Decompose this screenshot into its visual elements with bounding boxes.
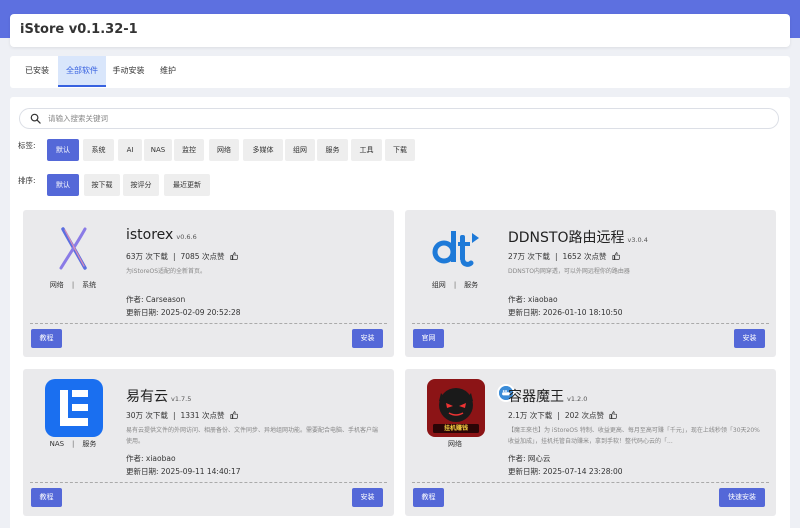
tag-chip-system[interactable]: 系统 <box>83 139 114 161</box>
tab-installed[interactable]: 已安装 <box>16 56 58 87</box>
app-description: 易有云提供文件的外网访问、相册备份、文件同步、异地组网功能。需要配合电脑、手机客… <box>126 427 379 445</box>
tag-chip-service[interactable]: 服务 <box>317 139 348 161</box>
app-description: 【魔王來也】为 iStoreOS 特制、收益更高、每月至高可赚「千元」，现在上线… <box>508 427 760 445</box>
tab-bar: 已安装 全部软件 手动安装 维护 <box>10 56 790 88</box>
app-version: v1.7.5 <box>171 395 192 403</box>
install-button[interactable]: 安装 <box>352 488 383 507</box>
search-box[interactable] <box>19 108 779 129</box>
app-name: istorex v0.6.6 <box>126 227 197 243</box>
category-tag: 网络 <box>49 281 64 289</box>
app-card-container-demon: 挂机赚钱 网络 容器魔王 v1.2.0 2.1万 次下载 | 202 次点赞 【魔王來… <box>405 369 776 516</box>
thumbs-up-icon[interactable] <box>230 411 238 419</box>
category-tag: 服务 <box>82 440 97 448</box>
card-divider <box>30 482 387 483</box>
istorex-x-icon <box>59 227 87 270</box>
tag-chip-multimedia[interactable]: 多媒体 <box>243 139 283 161</box>
app-header: iStore v0.1.32-1 <box>10 14 790 47</box>
search-input[interactable] <box>48 111 748 126</box>
thumbs-up-icon[interactable] <box>609 411 618 419</box>
app-categories: NAS | 服务 <box>49 440 97 448</box>
app-name: DDNSTO路由远程 v3.0.4 <box>508 230 648 246</box>
app-update-date: 更新日期: 2026-01-10 18:10:50 <box>508 308 623 317</box>
app-description: DDNSTO内网穿透，可以外网远程你的路由器 <box>508 268 630 275</box>
app-categories: 组网 | 服务 <box>431 281 479 289</box>
tag-chip-networking[interactable]: 组网 <box>285 139 315 161</box>
app-name: 容器魔王 v1.2.0 <box>508 389 588 405</box>
tutorial-button[interactable]: 教程 <box>31 329 62 348</box>
app-categories: 网络 | 系统 <box>49 281 97 289</box>
app-stats: 30万 次下载 | 1331 次点赞 <box>126 410 238 421</box>
logo-caption: 挂机赚钱 <box>443 425 468 432</box>
app-card-ddnsto: 组网 | 服务 DDNSTO路由远程 v3.0.4 27万 次下载 | 1652 次点赞 … <box>405 210 776 357</box>
tag-chip-ai[interactable]: AI <box>118 139 142 161</box>
card-divider <box>412 482 769 483</box>
card-divider <box>412 323 769 324</box>
category-tag: 系统 <box>82 281 97 289</box>
app-name: 易有云 v1.7.5 <box>126 389 192 405</box>
app-author: 作者: xiaobao <box>126 454 176 463</box>
tag-chip-nas[interactable]: NAS <box>144 139 172 161</box>
install-button[interactable]: 安装 <box>734 329 765 348</box>
sort-chip-downloads[interactable]: 按下载 <box>84 174 120 196</box>
ddnsto-dt-icon <box>432 231 479 267</box>
sort-chip-recent[interactable]: 最近更新 <box>164 174 210 196</box>
sort-chip-rating[interactable]: 按评分 <box>123 174 159 196</box>
sort-label: 排序: <box>18 176 36 185</box>
quick-install-button[interactable]: 快速安装 <box>719 488 765 507</box>
app-stats: 27万 次下载 | 1652 次点赞 <box>508 251 620 262</box>
linkease-e-icon <box>45 379 103 437</box>
tag-chip-default[interactable]: 默认 <box>47 139 79 161</box>
app-version: v0.6.6 <box>176 233 197 241</box>
tab-all-software[interactable]: 全部软件 <box>58 56 106 87</box>
thumbs-up-icon[interactable] <box>230 252 238 260</box>
app-version: v3.0.4 <box>627 236 648 244</box>
tags-label: 标签: <box>18 141 36 150</box>
tab-manual-install[interactable]: 手动安装 <box>107 56 150 87</box>
category-tag: 组网 <box>431 281 446 289</box>
app-stats: 2.1万 次下载 | 202 次点赞 <box>508 410 618 421</box>
search-icon <box>30 113 41 124</box>
tag-chip-tools[interactable]: 工具 <box>351 139 382 161</box>
thumbs-up-icon[interactable] <box>612 252 620 260</box>
category-tag: 网络 <box>448 440 462 448</box>
tag-chip-monitor[interactable]: 监控 <box>174 139 204 161</box>
app-card-linkease: NAS | 服务 易有云 v1.7.5 30万 次下载 | 1331 次点赞 易有云提供文… <box>23 369 394 516</box>
sort-chip-default[interactable]: 默认 <box>47 174 79 196</box>
tutorial-button[interactable]: 教程 <box>31 488 62 507</box>
tag-chip-network[interactable]: 网络 <box>209 139 239 161</box>
app-version: v1.2.0 <box>567 395 588 403</box>
app-description: 为iStoreOS适配的全新首页。 <box>126 268 207 275</box>
tab-maintenance[interactable]: 维护 <box>154 56 182 87</box>
app-update-date: 更新日期: 2025-09-11 14:40:17 <box>126 467 241 476</box>
tag-chip-download[interactable]: 下载 <box>385 139 415 161</box>
category-tag: 服务 <box>464 281 479 289</box>
app-title: iStore v0.1.32-1 <box>20 22 138 37</box>
tutorial-button[interactable]: 教程 <box>413 488 444 507</box>
app-author: 作者: Carseason <box>126 295 186 304</box>
website-button[interactable]: 官网 <box>413 329 444 348</box>
app-author: 作者: 网心云 <box>508 454 551 463</box>
app-update-date: 更新日期: 2025-07-14 23:28:00 <box>508 467 623 476</box>
card-divider <box>30 323 387 324</box>
app-categories: 网络 <box>405 439 505 449</box>
install-button[interactable]: 安装 <box>352 329 383 348</box>
app-stats: 63万 次下载 | 7085 次点赞 <box>126 251 238 262</box>
software-panel: 标签: 默认 系统 AI NAS 监控 网络 多媒体 组网 服务 工具 下载 排… <box>10 97 790 528</box>
category-tag: NAS <box>49 440 65 448</box>
container-demon-logo: 挂机赚钱 <box>427 379 515 437</box>
app-card-istorex: 网络 | 系统 istorex v0.6.6 63万 次下载 | 7085 次点赞 为iS… <box>23 210 394 357</box>
app-author: 作者: xiaobao <box>508 295 558 304</box>
app-update-date: 更新日期: 2025-02-09 20:52:28 <box>126 308 241 317</box>
